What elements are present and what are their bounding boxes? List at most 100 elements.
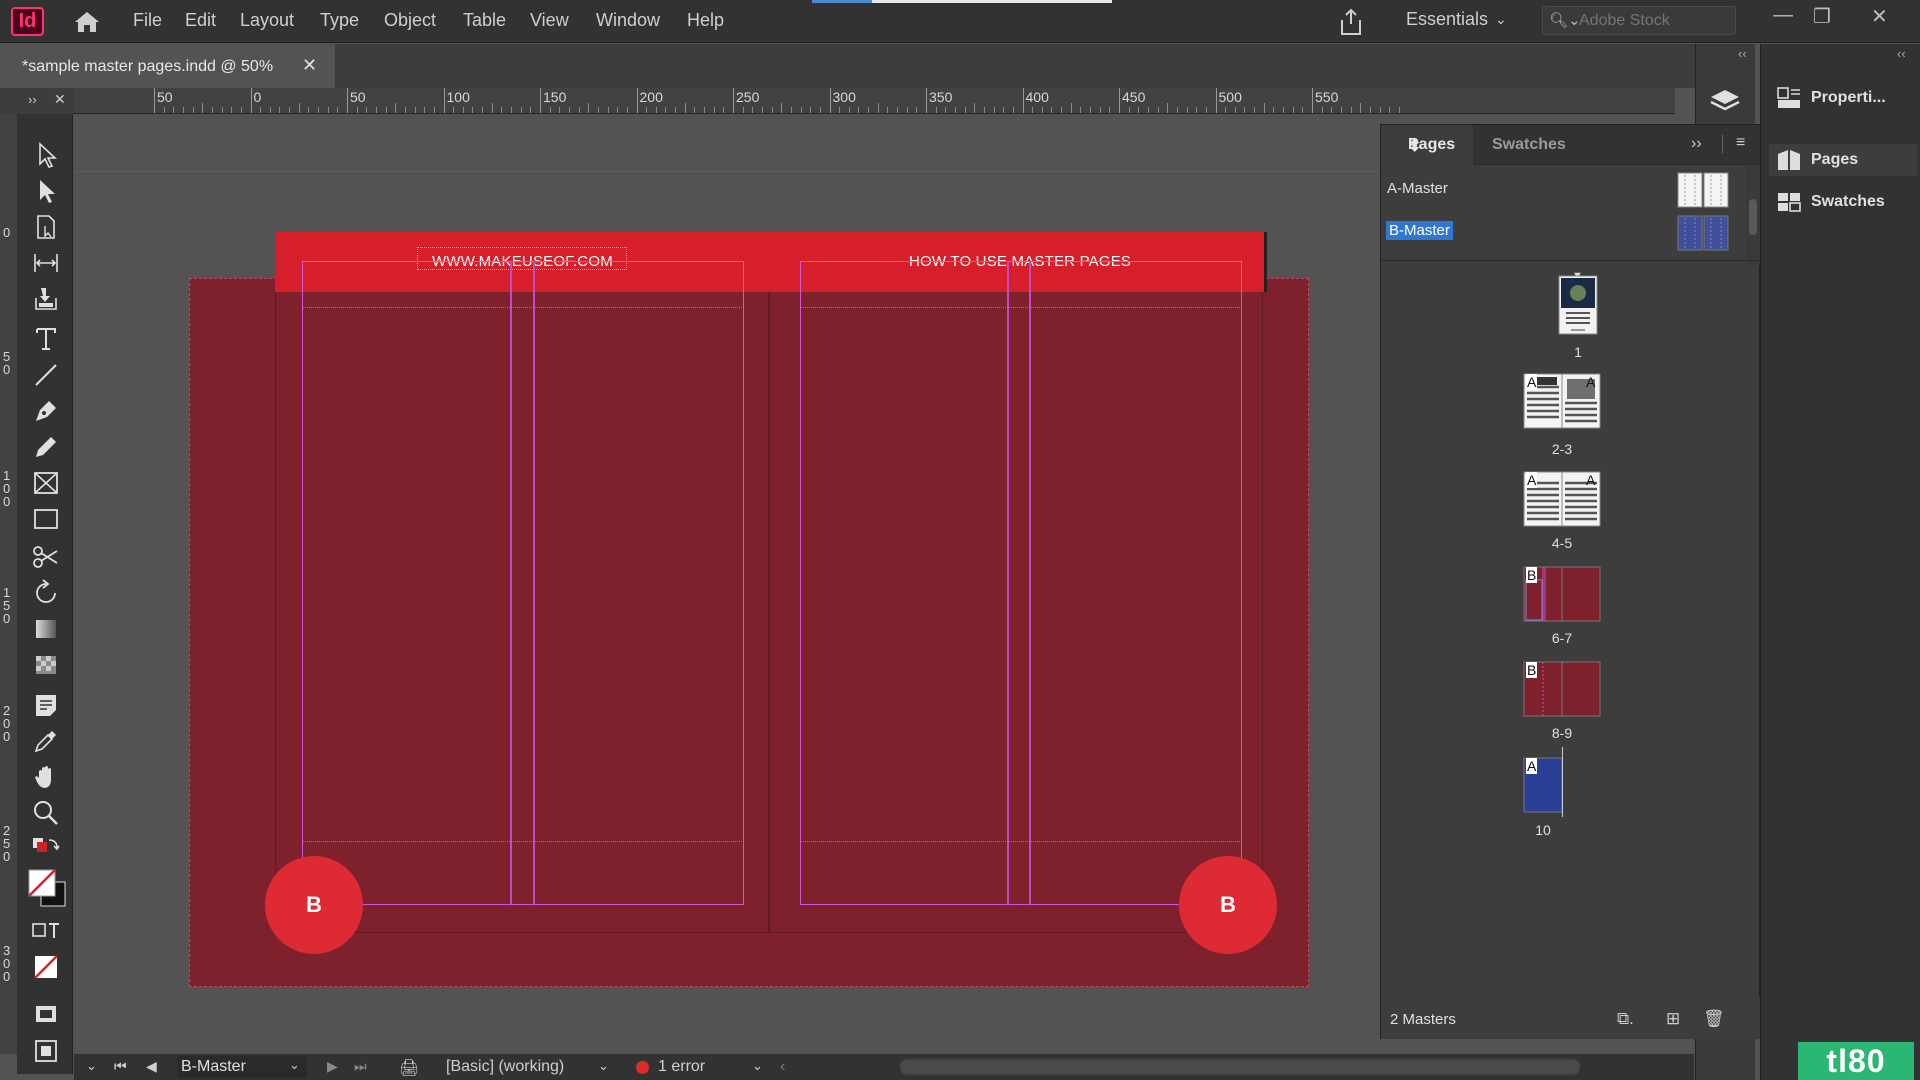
type-tool-icon[interactable]: [31, 324, 61, 354]
menu-edit[interactable]: Edit: [185, 10, 216, 31]
vertical-ruler-label: 1 0 0: [3, 468, 11, 509]
chevron-down-icon[interactable]: ⌄: [1495, 11, 1507, 28]
collapse-panels-icon[interactable]: ‹‹: [1738, 46, 1747, 61]
close-window-button[interactable]: ✕: [1871, 4, 1888, 29]
ruler-origin[interactable]: ›› ✕: [0, 88, 74, 114]
tab-pages[interactable]: ⬍ Pages: [1381, 125, 1473, 165]
search-input[interactable]: [1579, 10, 1729, 31]
ruler-minor-tick: [607, 107, 609, 113]
content-collector-icon[interactable]: [31, 284, 61, 314]
panel-divider[interactable]: [1381, 260, 1761, 261]
formatting-affects-container-icon[interactable]: [31, 914, 61, 944]
workspace-switcher[interactable]: Essentials: [1406, 9, 1488, 30]
screen-mode-icon[interactable]: [31, 998, 61, 1028]
tab-swatches[interactable]: Swatches: [1492, 136, 1566, 154]
chevron-down-icon[interactable]: ⌄: [752, 1058, 763, 1074]
note-tool-icon[interactable]: [31, 690, 61, 720]
scissors-tool-icon[interactable]: [31, 542, 61, 572]
apply-none-icon[interactable]: [31, 952, 61, 982]
collapsed-panel-dock: ‹‹ Properti... Pages Swatches: [1760, 44, 1920, 1080]
close-tab-icon[interactable]: ✕: [302, 55, 317, 76]
menu-file[interactable]: File: [133, 10, 162, 31]
close-toolbox-icon[interactable]: ✕: [54, 91, 66, 108]
share-icon[interactable]: [1338, 8, 1364, 36]
pen-tool-icon[interactable]: [31, 396, 61, 426]
menu-type[interactable]: Type: [320, 10, 359, 31]
menu-object[interactable]: Object: [384, 10, 436, 31]
error-count[interactable]: 1 error: [658, 1058, 705, 1076]
direct-selection-tool-icon[interactable]: [31, 176, 61, 206]
view-options-icon[interactable]: [31, 1036, 61, 1066]
zoom-tool-icon[interactable]: [31, 798, 61, 828]
line-tool-icon[interactable]: [31, 360, 61, 390]
dock-swatches[interactable]: Swatches: [1769, 186, 1917, 218]
ruler-minor-tick: [597, 107, 599, 113]
previous-page-icon[interactable]: ◀: [146, 1058, 157, 1075]
ruler-minor-tick: [366, 107, 368, 113]
gap-tool-icon[interactable]: [31, 248, 61, 278]
ruler-minor-tick: [954, 107, 956, 113]
layers-icon[interactable]: [1698, 84, 1752, 120]
document-tab[interactable]: *sample master pages.indd @ 50% ✕: [0, 44, 335, 88]
expand-panel-icon[interactable]: ››: [1691, 135, 1702, 153]
edit-page-size-icon[interactable]: ⧉.: [1617, 1009, 1634, 1029]
rectangle-tool-icon[interactable]: [31, 504, 61, 534]
last-page-icon[interactable]: ⏭: [354, 1058, 367, 1075]
chevron-down-icon[interactable]: ⌄: [86, 1058, 97, 1074]
pencil-tool-icon[interactable]: [31, 432, 61, 462]
first-page-icon[interactable]: ⏮: [114, 1058, 127, 1075]
expand-toolbox-icon[interactable]: ››: [28, 92, 37, 107]
page-master-badge: A: [1586, 374, 1596, 390]
preflight-icon[interactable]: 🖨︎: [399, 1058, 419, 1078]
new-page-icon[interactable]: ⊞: [1666, 1009, 1680, 1029]
fill-stroke-swatch-icon[interactable]: [25, 866, 69, 910]
menu-layout[interactable]: Layout: [240, 10, 294, 31]
gradient-swatch-tool-icon[interactable]: [31, 614, 61, 644]
scroll-left-icon[interactable]: ‹: [780, 1058, 785, 1076]
page-thumbnail-1[interactable]: [1558, 275, 1598, 335]
chevron-down-icon[interactable]: ⌄: [598, 1058, 609, 1074]
master-row-a[interactable]: A-Master: [1381, 168, 1746, 208]
rectangle-frame-tool-icon[interactable]: [31, 468, 61, 498]
delete-page-icon[interactable]: 🗑︎: [1703, 1009, 1725, 1029]
gradient-feather-tool-icon[interactable]: [31, 650, 61, 680]
master-thumbnail-a[interactable]: [1677, 172, 1729, 208]
masters-scrollbar[interactable]: [1746, 165, 1760, 265]
menu-view[interactable]: View: [530, 10, 569, 31]
expand-dock-icon[interactable]: ‹‹: [1897, 46, 1906, 61]
master-thumbnail-b[interactable]: [1677, 215, 1729, 251]
horizontal-ruler[interactable]: 50 0 50 100 150 200 250 300 350 400 450 500 550: [74, 88, 1675, 114]
next-page-icon[interactable]: ▶: [327, 1058, 338, 1075]
adobe-stock-search[interactable]: 🔍︎⌄: [1542, 6, 1736, 35]
master-row-b[interactable]: B-Master: [1381, 211, 1746, 251]
eyedropper-tool-icon[interactable]: [31, 726, 61, 756]
rotate-tool-icon[interactable]: [31, 578, 61, 608]
default-fill-stroke-icon[interactable]: [31, 836, 61, 866]
page-tool-icon[interactable]: [31, 212, 61, 242]
dock-properties[interactable]: Properti...: [1769, 82, 1917, 114]
menu-help[interactable]: Help: [687, 10, 724, 31]
dock-pages[interactable]: Pages: [1769, 144, 1917, 176]
horizontal-scrollbar[interactable]: [900, 1058, 1580, 1076]
page-select[interactable]: B-Master ⌄: [177, 1056, 307, 1078]
horizontal-guide: [800, 307, 1242, 308]
vertical-ruler[interactable]: 0 5 0 1 0 0 1 5 0 2 0 0 2 5 0 3 0 0: [0, 114, 17, 1054]
ruler-minor-tick: [1138, 107, 1140, 113]
page-master-badge: A: [1586, 472, 1596, 488]
panel-menu-icon[interactable]: ≡: [1736, 134, 1745, 152]
page-marker-left[interactable]: B: [265, 856, 363, 954]
menu-window[interactable]: Window: [596, 10, 660, 31]
preflight-profile[interactable]: [Basic] (working): [446, 1058, 564, 1076]
restore-button[interactable]: ❐: [1813, 4, 1831, 29]
ruler-minor-tick: [173, 107, 175, 113]
minimize-button[interactable]: —: [1773, 4, 1793, 27]
page-marker-right[interactable]: B: [1179, 856, 1277, 954]
document-canvas[interactable]: WWW.MAKEUSEOF.COM HOW TO USE MASTER PAGE…: [74, 114, 1381, 1054]
ruler-minor-tick: [1128, 107, 1130, 113]
ruler-label: 50: [157, 89, 173, 105]
home-icon[interactable]: [72, 10, 102, 34]
selection-tool-icon[interactable]: [31, 140, 61, 170]
page-number-label: 1: [1574, 344, 1582, 360]
hand-tool-icon[interactable]: [31, 762, 61, 792]
menu-table[interactable]: Table: [463, 10, 506, 31]
